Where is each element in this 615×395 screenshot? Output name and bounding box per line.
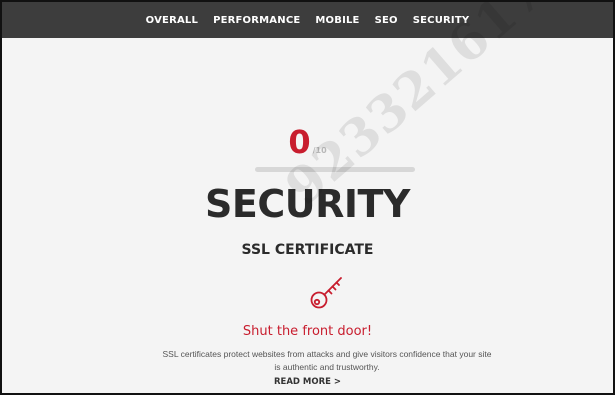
score: 0/10	[2, 126, 613, 158]
nav-item-performance[interactable]: PERFORMANCE	[213, 15, 300, 26]
read-more-link[interactable]: READ MORE >	[2, 377, 613, 387]
app-window: OVERALL PERFORMANCE MOBILE SEO SECURITY …	[0, 0, 615, 395]
section-title: SECURITY	[205, 182, 410, 226]
section-description: SSL certificates protect websites from a…	[162, 349, 492, 372]
nav-item-mobile[interactable]: MOBILE	[315, 15, 359, 26]
score-progress-bar	[255, 167, 415, 172]
nav-item-overall[interactable]: OVERALL	[146, 15, 198, 26]
section-subtitle: SSL CERTIFICATE	[241, 242, 374, 258]
nav-item-seo[interactable]: SEO	[375, 15, 398, 26]
top-nav: OVERALL PERFORMANCE MOBILE SEO SECURITY	[2, 2, 613, 38]
nav-item-security[interactable]: SECURITY	[413, 15, 470, 26]
score-value: 0	[288, 123, 311, 161]
score-max: /10	[312, 146, 327, 155]
key-icon	[310, 277, 342, 309]
security-panel: 0/10 SECURITY SSL CERTIFICATE Shut the f…	[2, 38, 613, 393]
section-tagline: Shut the front door!	[242, 324, 373, 339]
